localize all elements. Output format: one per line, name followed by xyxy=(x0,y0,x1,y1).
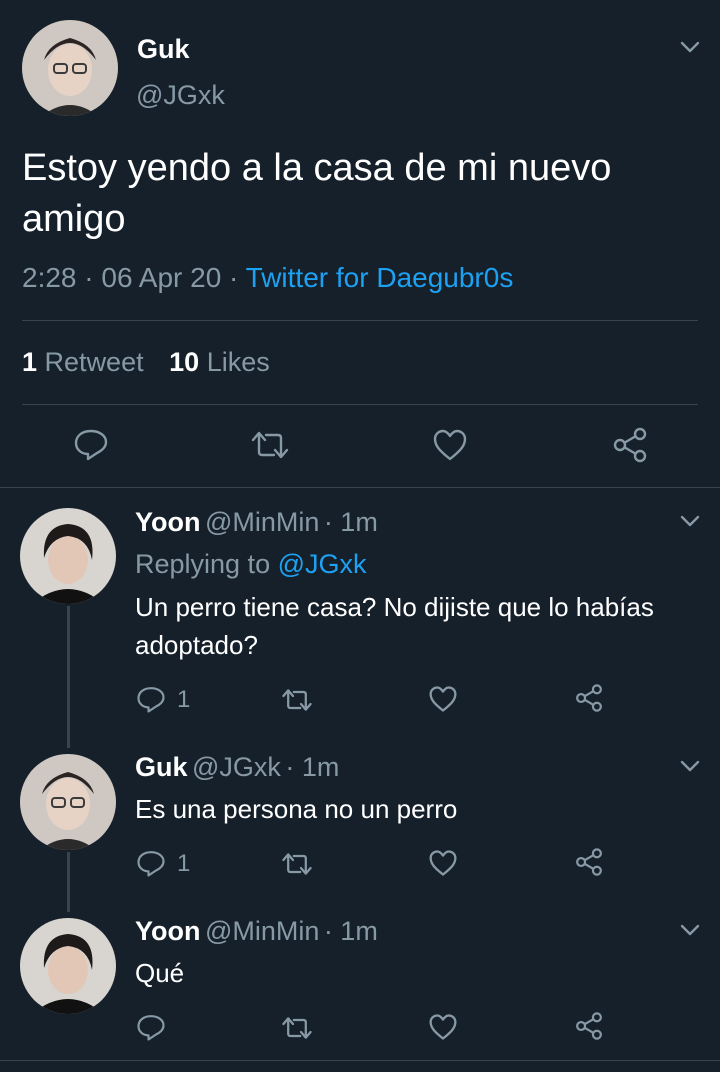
retweet-icon[interactable] xyxy=(250,428,290,462)
chevron-down-icon[interactable] xyxy=(679,514,701,528)
reply-author-name[interactable]: Yoon xyxy=(135,916,200,946)
retweet-icon[interactable] xyxy=(281,1014,313,1042)
reply-icon[interactable] xyxy=(136,684,166,714)
retweet-count: 1 xyxy=(22,347,38,377)
bottom-divider xyxy=(0,1060,720,1061)
retweet-icon[interactable] xyxy=(281,850,313,878)
author-name[interactable]: Guk xyxy=(137,34,190,65)
reply-time: · 1m xyxy=(323,916,378,946)
replying-to-label: Replying to xyxy=(135,549,271,579)
reply-text: Es una persona no un perro xyxy=(135,794,458,824)
replying-to-line: Replying to @JGxk xyxy=(135,549,367,580)
likes-count: 10 xyxy=(169,347,200,377)
thread-line-2 xyxy=(67,852,70,912)
reply-header: Guk @JGxk · 1m xyxy=(135,752,339,783)
avatar-guk[interactable] xyxy=(20,754,116,850)
reply-time: · 1m xyxy=(323,507,378,537)
share-icon[interactable] xyxy=(574,1011,604,1041)
reply-icon[interactable] xyxy=(136,848,166,878)
tweet-meta-row: 2:28 · 06 Apr 20 · Twitter for Daegubr0s xyxy=(22,262,513,294)
like-heart-icon[interactable] xyxy=(432,428,468,462)
reply-icon[interactable] xyxy=(73,426,109,462)
reply-count: 1 xyxy=(177,686,191,713)
like-heart-icon[interactable] xyxy=(428,685,458,713)
reply-time: · 1m xyxy=(285,752,340,782)
retweet-stat[interactable]: 1 Retweet xyxy=(22,347,151,377)
avatar-yoon-image xyxy=(20,508,116,604)
reply-header: Yoon @MinMin · 1m xyxy=(135,916,378,947)
retweet-label: Retweet xyxy=(44,347,144,377)
avatar-yoon[interactable] xyxy=(20,918,116,1014)
tweet-text: Estoy yendo a la casa de mi nuevo amigo xyxy=(22,147,612,240)
reply-icon[interactable] xyxy=(136,1012,166,1042)
reply-author-handle[interactable]: @MinMin xyxy=(205,507,319,537)
section-divider xyxy=(0,487,720,488)
replying-to-handle[interactable]: @JGxk xyxy=(278,549,367,579)
reply-header: Yoon @MinMin · 1m xyxy=(135,507,378,538)
reply-author-handle[interactable]: @MinMin xyxy=(205,916,319,946)
chevron-down-icon[interactable] xyxy=(679,923,701,937)
avatar-guk[interactable] xyxy=(22,20,118,116)
tweet-date: 06 Apr 20 xyxy=(101,262,222,293)
reply-author-name[interactable]: Yoon xyxy=(135,507,200,537)
reply-text: Un perro tiene casa? No dijiste que lo h… xyxy=(135,592,654,660)
tweet-time: 2:28 xyxy=(22,262,77,293)
divider-bottom xyxy=(22,404,698,405)
like-heart-icon[interactable] xyxy=(428,849,458,877)
avatar-yoon[interactable] xyxy=(20,508,116,604)
meta-separator-2: · xyxy=(229,262,239,293)
thread-line-1 xyxy=(67,606,70,748)
reply-author-handle[interactable]: @JGxk xyxy=(192,752,281,782)
likes-label: Likes xyxy=(206,347,270,377)
reply-text: Qué xyxy=(135,958,185,988)
divider-top xyxy=(22,320,698,321)
avatar-guk-image xyxy=(22,20,118,116)
share-icon[interactable] xyxy=(574,683,604,713)
chevron-down-icon[interactable] xyxy=(679,40,701,54)
tweet-source-link[interactable]: Twitter for Daegubr0s xyxy=(246,262,514,293)
avatar-yoon-image xyxy=(20,918,116,1014)
avatar-guk-image xyxy=(20,754,116,850)
reply-count: 1 xyxy=(177,850,191,877)
retweet-icon[interactable] xyxy=(281,686,313,714)
share-icon[interactable] xyxy=(574,847,604,877)
meta-separator: · xyxy=(84,262,94,293)
author-handle[interactable]: @JGxk xyxy=(136,80,225,111)
like-heart-icon[interactable] xyxy=(428,1013,458,1041)
likes-stat[interactable]: 10 Likes xyxy=(169,347,270,377)
share-icon[interactable] xyxy=(611,426,649,464)
chevron-down-icon[interactable] xyxy=(679,759,701,773)
reply-author-name[interactable]: Guk xyxy=(135,752,188,782)
engagement-stats: 1 Retweet 10 Likes xyxy=(22,347,270,378)
